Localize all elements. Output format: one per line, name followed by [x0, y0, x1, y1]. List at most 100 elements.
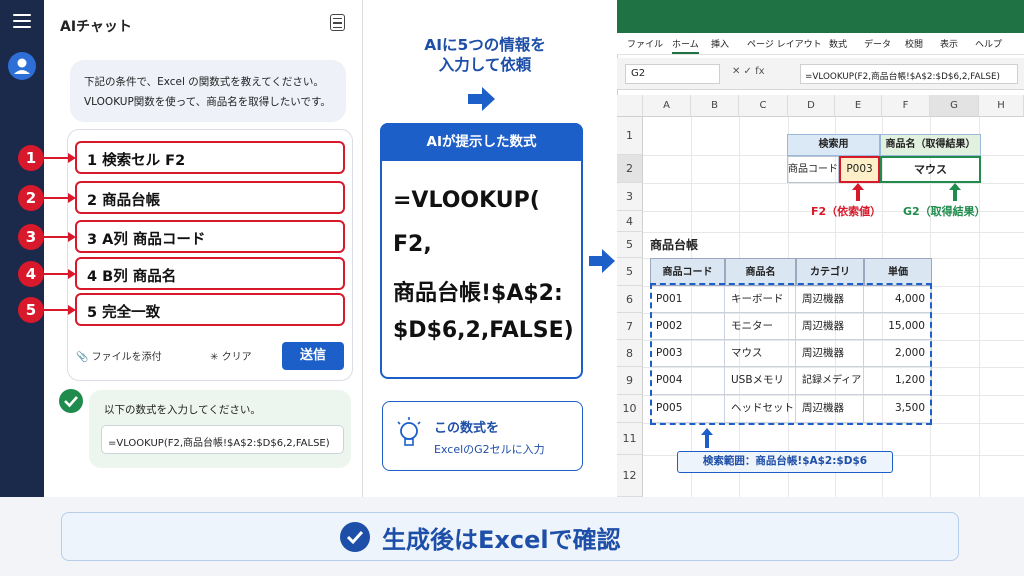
tab-formulas[interactable]: 数式	[829, 37, 847, 50]
row-header[interactable]: 10	[617, 395, 643, 423]
lookup-value-cell-f2[interactable]: P003	[839, 156, 880, 183]
column-header[interactable]: H	[979, 95, 1024, 117]
clear-button[interactable]: ✳ クリア	[210, 348, 252, 363]
column-header[interactable]: F	[882, 95, 930, 117]
result-cell-g2[interactable]: マウス	[880, 156, 981, 183]
step-number-badge: 3	[18, 224, 44, 250]
row-header[interactable]: 7	[617, 313, 643, 340]
f2-note: F2（依索値）	[811, 205, 882, 218]
g2-note: G2（取得結果）	[903, 205, 986, 218]
ai-reply-text: 以下の数式を入力してください。	[104, 404, 261, 416]
condition-item[interactable]: 5 完全一致	[75, 293, 345, 326]
send-button[interactable]: 送信	[282, 342, 344, 370]
excel-title-bar	[617, 0, 1024, 33]
step-title-line: 入力して依頼	[438, 56, 532, 74]
tab-view[interactable]: 表示	[940, 37, 958, 50]
check-icon	[340, 522, 370, 552]
condition-item[interactable]: 3 A列 商品コード	[75, 220, 345, 253]
tip-line: この数式を	[434, 421, 500, 436]
row-header[interactable]: 6	[617, 286, 643, 313]
check-icon	[59, 389, 83, 413]
condition-item[interactable]: 1 検索セル F2	[75, 141, 345, 174]
row-header[interactable]: 5	[617, 258, 643, 286]
arrow-up-icon	[852, 183, 864, 201]
table-header[interactable]: カテゴリ	[796, 258, 864, 286]
formula-line: 商品台帳!$A$2:	[393, 281, 563, 306]
column-header[interactable]: A	[643, 95, 691, 117]
result-header-cell[interactable]: 商品名（取得結果）	[880, 134, 981, 156]
column-header[interactable]: G	[930, 95, 979, 117]
condition-item[interactable]: 2 商品台帳	[75, 181, 345, 214]
tab-review[interactable]: 校閲	[905, 37, 923, 50]
formula-bar-input[interactable]: =VLOOKUP(F2,商品台帳!$A$2:$D$6,2,FALSE)	[800, 64, 1018, 84]
formula-line: =VLOOKUP(	[393, 188, 540, 213]
search-header-cell[interactable]: 検索用	[787, 134, 880, 156]
ledger-title: 商品台帳	[650, 238, 699, 252]
tab-insert[interactable]: 挿入	[711, 37, 729, 50]
sparkle-icon: ✳	[210, 352, 219, 363]
step-title: AIに5つの情報を 入力して依頼	[390, 35, 580, 75]
clear-label: クリア	[221, 352, 252, 363]
table-header[interactable]: 単価	[864, 258, 932, 286]
condition-item[interactable]: 4 B列 商品名	[75, 257, 345, 290]
row-header[interactable]: 9	[617, 367, 643, 395]
step-number-badge: 1	[18, 145, 44, 171]
row-header[interactable]: 5	[617, 232, 643, 258]
row-header[interactable]: 1	[617, 117, 643, 155]
table-header[interactable]: 商品コード	[650, 258, 725, 286]
step-number-badge: 4	[18, 261, 44, 287]
arrow-up-icon	[701, 428, 713, 448]
step-title-line: AIに5つの情報を	[424, 36, 546, 54]
new-note-icon[interactable]	[330, 14, 345, 31]
row-header[interactable]: 12	[617, 455, 643, 497]
fx-icon[interactable]: ✕ ✓ fx	[732, 66, 765, 77]
arrow-right-icon	[589, 249, 615, 273]
grid-line	[643, 232, 1024, 233]
user-message-bubble: 下記の条件で、Excel の関数式を教えてください。 VLOOKUP関数を使って…	[70, 60, 346, 122]
attach-file-label: ファイルを添付	[91, 352, 162, 363]
ai-formula-box[interactable]: =VLOOKUP(F2,商品台帳!$A$2:$D$6,2,FALSE)	[101, 425, 344, 454]
tab-data[interactable]: データ	[864, 37, 891, 50]
arrow-right-icon	[44, 153, 76, 163]
chat-title: AIチャット	[60, 19, 132, 35]
tab-home[interactable]: ホーム	[672, 37, 699, 54]
step-number-badge: 2	[18, 185, 44, 211]
search-range-note: 検索範囲：商品台帳!$A$2:$D$6	[677, 451, 893, 473]
formula-line: $D$6,2,FALSE)	[393, 318, 574, 343]
arrow-right-icon	[44, 305, 76, 315]
row-header[interactable]: 4	[617, 211, 643, 232]
confirm-text: 生成後はExcelで確認	[382, 526, 621, 554]
grid-line	[643, 183, 1024, 184]
tip-line: ExcelのG2セルに入力	[434, 443, 545, 456]
row-header[interactable]: 3	[617, 183, 643, 211]
row-header[interactable]: 11	[617, 423, 643, 455]
table-header[interactable]: 商品名	[725, 258, 796, 286]
row-header[interactable]: 8	[617, 340, 643, 367]
column-header[interactable]: D	[788, 95, 835, 117]
arrow-right-icon	[468, 87, 495, 111]
arrow-right-icon	[44, 269, 76, 279]
column-header[interactable]: B	[691, 95, 739, 117]
lightbulb-icon	[397, 417, 421, 446]
name-box[interactable]: G2	[625, 64, 720, 84]
attach-file-button[interactable]: 📎 ファイルを添付	[76, 348, 162, 363]
arrow-right-icon	[44, 232, 76, 242]
tab-file[interactable]: ファイル	[627, 37, 663, 50]
tab-page-layout[interactable]: ページ レイアウト	[747, 37, 822, 50]
row-header[interactable]: 2	[617, 155, 643, 183]
paperclip-icon: 📎	[76, 352, 89, 363]
arrow-up-icon	[949, 183, 961, 201]
column-header[interactable]: C	[739, 95, 788, 117]
user-message-line: 下記の条件で、Excel の関数式を教えてください。	[84, 76, 324, 88]
user-avatar-icon[interactable]	[8, 52, 36, 80]
arrow-right-icon	[44, 193, 76, 203]
code-label-cell[interactable]: 商品コード	[787, 156, 839, 183]
tab-help[interactable]: ヘルプ	[975, 37, 1002, 50]
menu-icon[interactable]	[13, 14, 31, 28]
user-message-line: VLOOKUP関数を使って、商品名を取得したいです。	[84, 96, 331, 108]
search-range-outline	[650, 283, 932, 425]
select-all-corner[interactable]	[617, 95, 643, 117]
column-header[interactable]: E	[835, 95, 882, 117]
step-number-badge: 5	[18, 297, 44, 323]
formula-card-header: AIが提示した数式	[380, 123, 583, 161]
